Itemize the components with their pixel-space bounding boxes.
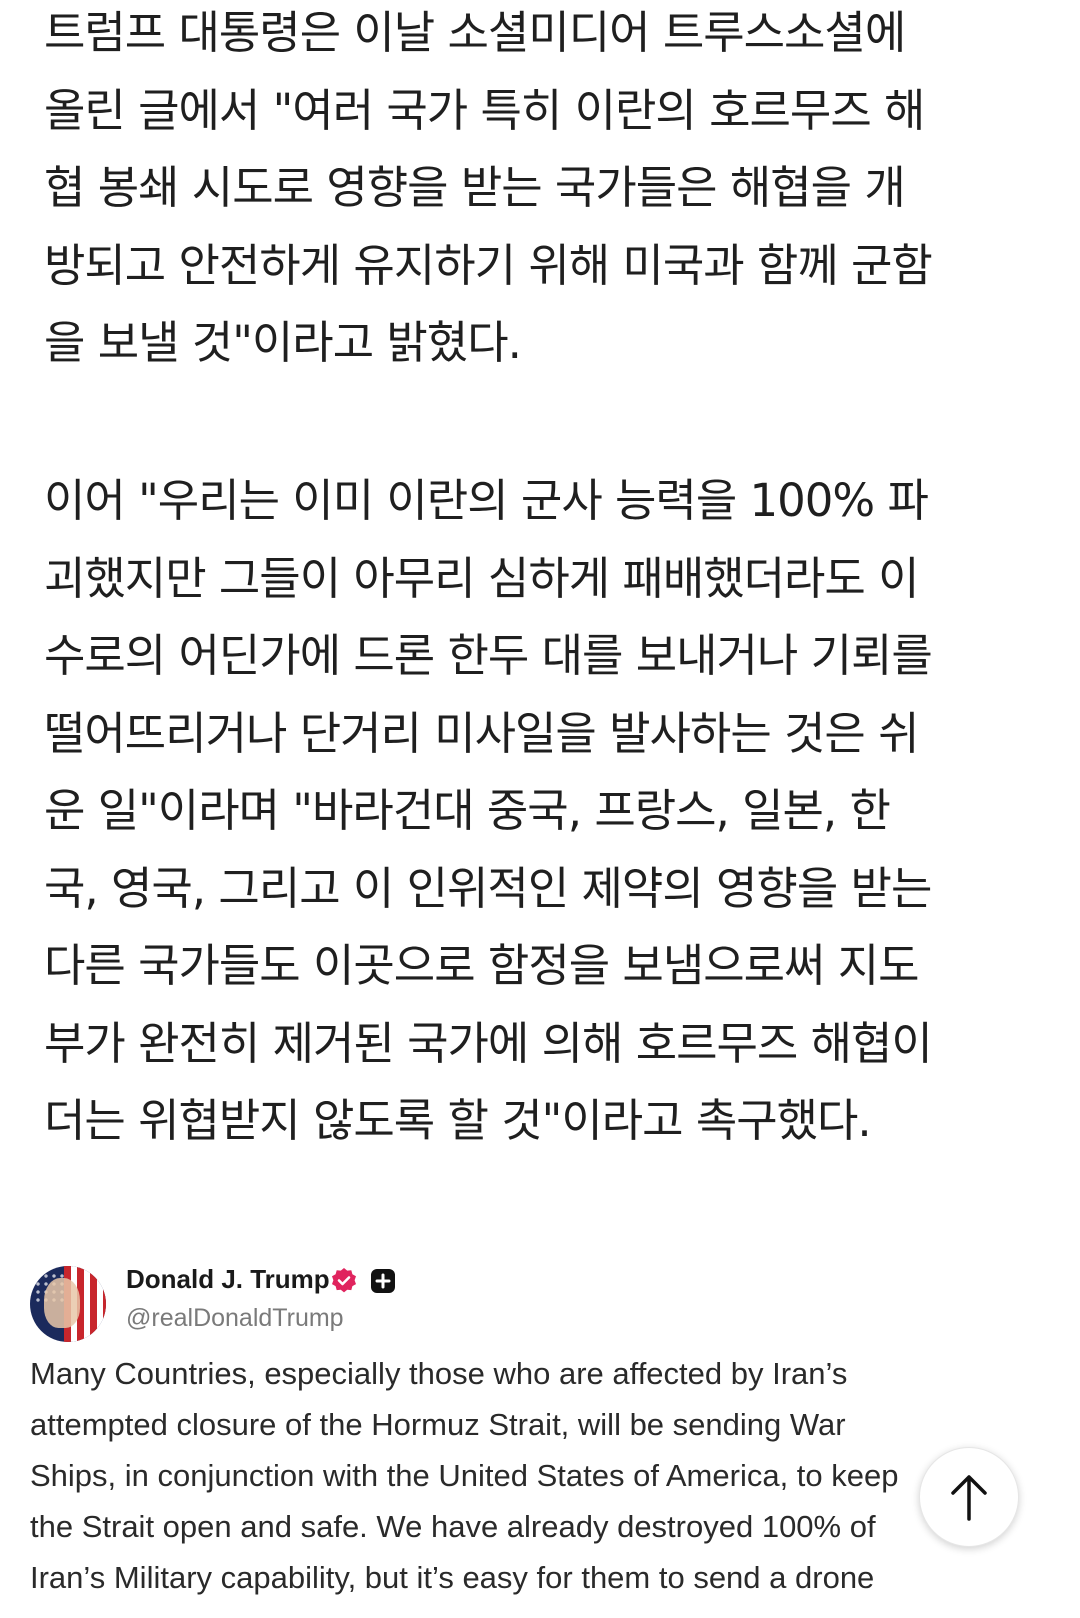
text-line: 을 보낼 것"이라고 밝혔다. <box>44 316 522 369</box>
arrow-up-icon <box>951 1475 987 1521</box>
avatar-portrait <box>44 1278 80 1328</box>
text-line: 괴했지만 그들이 아무리 심하게 패배했더라도 이 <box>44 551 920 605</box>
post-text-line: attempted closure of the Hormuz Strait, … <box>30 1407 846 1442</box>
text-line: 트럼프 대통령은 이날 소셜미디어 트루스소셜에 <box>44 6 906 59</box>
text-line: 국, 영국, 그리고 이 인위적인 제약의 영향을 받는 <box>44 861 932 915</box>
text-line: 다른 국가들도 이곳으로 함정을 보냄으로써 지도 <box>44 939 920 992</box>
article-paragraph: 트럼프 대통령은 이날 소셜미디어 트루스소셜에 올린 글에서 "여러 국가 특… <box>44 0 933 382</box>
post-text-line: Ships, in conjunction with the United St… <box>30 1458 899 1493</box>
post-text: Many Countries, especially those who are… <box>30 1348 1070 1603</box>
text-line: 협 봉쇄 시도로 영향을 받는 국가들은 해협을 개 <box>44 161 906 214</box>
display-name[interactable]: Donald J. Trump <box>126 1264 330 1295</box>
scroll-to-top-button[interactable] <box>919 1447 1019 1547</box>
text-line: 수로의 어딘가에 드론 한두 대를 보내거나 기뢰를 <box>44 629 933 682</box>
verified-badge-icon <box>332 1268 356 1293</box>
text-line: 더는 위협받지 않도록 할 것"이라고 촉구했다. <box>44 1094 872 1147</box>
post-text-line: Iran’s Military capability, but it’s eas… <box>30 1560 875 1595</box>
avatar[interactable] <box>30 1266 106 1342</box>
text-line: 이어 "우리는 이미 이란의 군사 능력을 100% 파 <box>44 474 929 527</box>
text-line: 올린 글에서 "여러 국가 특히 이란의 호르무즈 해 <box>44 83 925 137</box>
text-line: 부가 완전히 제거된 국가에 의해 호르무즈 해협이 <box>44 1016 933 1070</box>
post-text-line: the Strait open and safe. We have alread… <box>30 1509 876 1544</box>
post-header: Donald J. Trump @realDonaldTrump <box>30 1260 630 1342</box>
plus-badge-icon <box>371 1269 395 1293</box>
text-line: 방되고 안전하게 유지하기 위해 미국과 함께 군함 <box>44 238 933 292</box>
text-line: 운 일"이라며 "바라건대 중국, 프랑스, 일본, 한 <box>44 784 891 837</box>
article-paragraph: 이어 "우리는 이미 이란의 군사 능력을 100% 파 괴했지만 그들이 아무… <box>44 462 933 1160</box>
text-line: 떨어뜨리거나 단거리 미사일을 발사하는 것은 쉬 <box>44 706 920 760</box>
post-text-line: Many Countries, especially those who are… <box>30 1356 848 1391</box>
user-handle[interactable]: @realDonaldTrump <box>126 1304 344 1333</box>
